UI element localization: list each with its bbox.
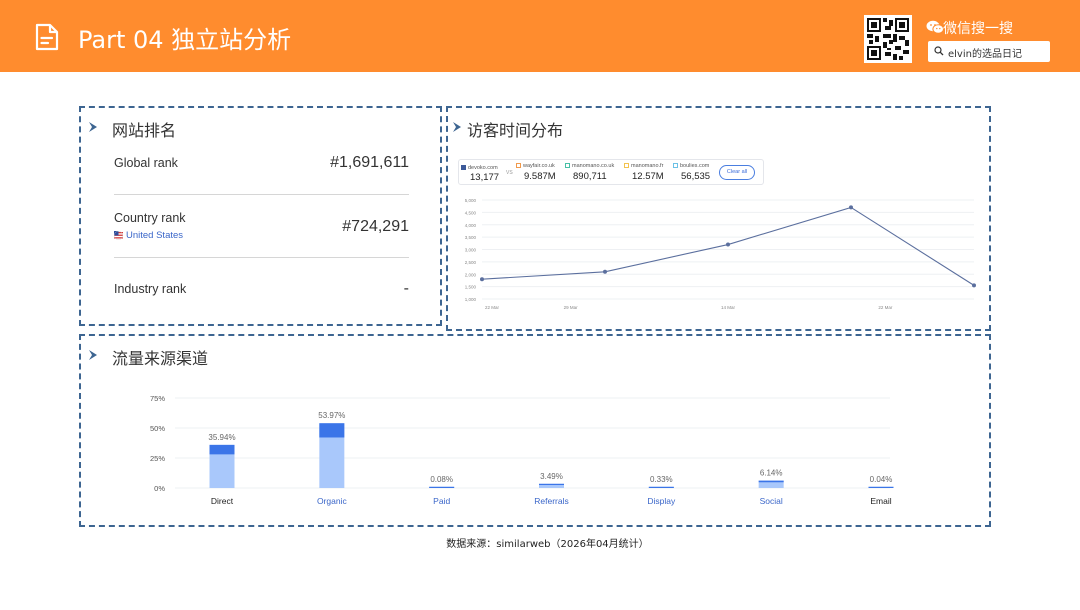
chevron-right-icon [89, 350, 97, 360]
qr-code-icon [867, 18, 909, 60]
y-tick-label: 1,500 [465, 285, 477, 290]
data-point[interactable] [972, 283, 976, 288]
category-label: Direct [211, 496, 234, 506]
y-tick-label: 4,500 [465, 210, 477, 215]
bar-value-label: 0.08% [430, 475, 453, 484]
bar-value-label: 6.14% [760, 469, 783, 478]
legend-swatch-icon [624, 163, 629, 169]
y-tick-label: 3,500 [465, 235, 477, 240]
search-icon [934, 46, 944, 56]
visitor-line-chart: 1,000 1,500 2,000 2,500 3,000 3,500 4,000 4,500… [465, 198, 976, 310]
wechat-icon [926, 20, 944, 34]
category-label[interactable]: Referrals [534, 496, 568, 506]
document-icon [35, 23, 59, 51]
bar-value-label: 3.49% [540, 472, 563, 481]
data-point[interactable] [603, 269, 607, 274]
x-tick-label: 14 Mar [721, 305, 736, 310]
bar-top-segment [648, 486, 674, 488]
x-tick-label: 22 Mar [485, 305, 500, 310]
bar-value-label: 53.97% [318, 411, 345, 420]
category-label[interactable]: Social [760, 496, 783, 506]
category-label: Email [870, 496, 891, 506]
category-label[interactable]: Organic [317, 496, 348, 506]
category-label[interactable]: Paid [433, 496, 450, 506]
time-panel-title: 访客时间分布 [467, 121, 564, 140]
clear-all-button[interactable]: Clear all [719, 165, 755, 180]
legend-swatch-icon [461, 165, 466, 171]
divider [114, 194, 409, 195]
global-rank-value: #1,691,611 [330, 154, 409, 171]
y-tick-label: 2,000 [465, 272, 477, 277]
wechat-search-label: 微信搜一搜 [943, 21, 1013, 37]
header-bar: Part 04 独立站分析 微信搜一搜 elvin的选品日记 [0, 0, 1080, 72]
data-point[interactable] [726, 242, 730, 247]
legend-swatch-icon [565, 163, 570, 169]
country-rank-value: #724,291 [342, 218, 409, 235]
bar-top-segment [209, 444, 235, 455]
data-source-note: 数据来源：similarweb（2026年04月统计） [446, 539, 649, 550]
y-tick-label: 0% [154, 484, 165, 493]
chevron-right-icon [453, 122, 461, 132]
category-label[interactable]: Display [647, 496, 676, 506]
data-point[interactable] [849, 205, 853, 210]
legend-swatch-icon [516, 163, 521, 169]
qr-code[interactable] [864, 15, 912, 63]
y-tick-label: 5,000 [465, 198, 477, 203]
traffic-panel-title: 流量来源渠道 [112, 349, 209, 368]
y-tick-label: 1,000 [465, 297, 477, 302]
y-tick-label: 4,000 [465, 223, 477, 228]
legend-swatch-icon [673, 163, 678, 169]
x-tick-label: 22 Mar [878, 305, 893, 310]
x-tick-label: 29 Mar [564, 305, 579, 310]
y-tick-label: 3,000 [465, 248, 477, 253]
bar-value-label: 0.04% [870, 475, 893, 484]
chevron-right-icon [89, 122, 97, 132]
y-tick-label: 50% [150, 424, 165, 433]
us-flag-icon [114, 231, 123, 240]
data-point[interactable] [480, 277, 484, 282]
bar-value-label: 0.33% [650, 475, 673, 484]
country-rank-label: Country rank [114, 211, 186, 225]
y-tick-label: 2,500 [465, 260, 477, 265]
global-rank-label: Global rank [114, 156, 178, 170]
bar-top-segment [539, 483, 564, 486]
y-tick-label: 25% [150, 454, 165, 463]
rank-panel-title: 网站排名 [112, 121, 177, 140]
y-tick-label: 75% [150, 394, 165, 403]
search-input[interactable]: elvin的选品日记 [928, 41, 1050, 62]
bar-value-label: 35.94% [208, 433, 235, 442]
bar-top-segment [868, 486, 894, 488]
bar-top-segment [758, 480, 784, 483]
industry-rank-value: - [403, 280, 409, 297]
page-title: Part 04 独立站分析 [78, 26, 292, 54]
bar-top-segment [319, 423, 345, 438]
bar-top-segment [429, 486, 455, 488]
vs-label: VS [506, 170, 513, 176]
traffic-bar-chart: 0% 25% 50% 75% 35.94% Direct 53.97% Organic 0.08… [150, 394, 894, 506]
country-link[interactable]: United States [126, 230, 183, 241]
industry-rank-label: Industry rank [114, 282, 187, 296]
search-text: elvin的选品日记 [948, 49, 1022, 60]
divider [114, 257, 409, 258]
